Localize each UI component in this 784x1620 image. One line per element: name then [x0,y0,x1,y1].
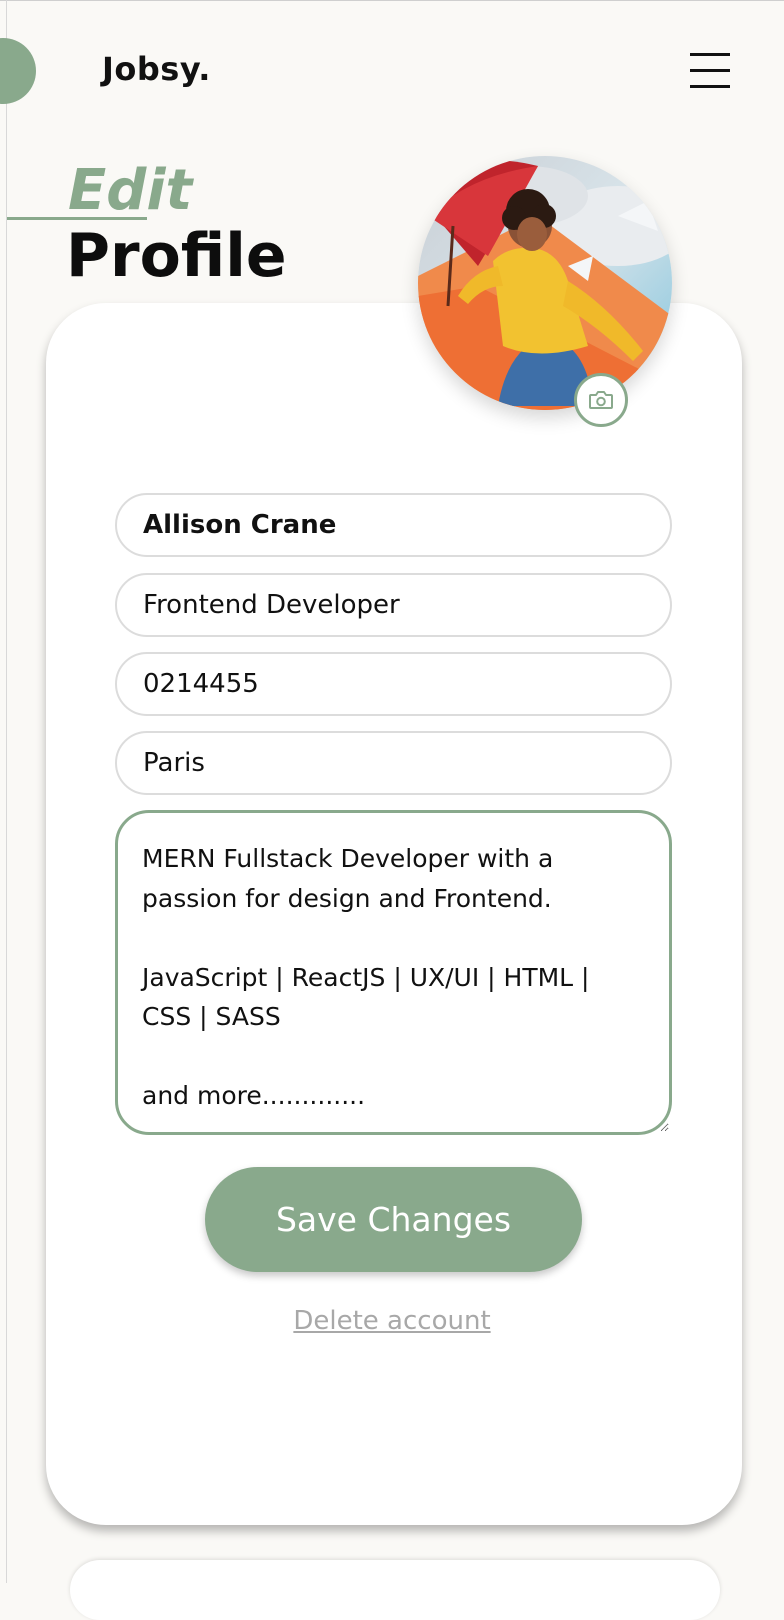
hamburger-menu-icon[interactable] [688,51,732,91]
camera-icon[interactable] [574,373,628,427]
city-field[interactable] [115,731,672,795]
role-field[interactable] [115,573,672,637]
phone-field[interactable] [115,652,672,716]
page-title: Profile [66,221,287,291]
menu-bar [690,69,730,72]
app-logo[interactable]: Jobsy. [102,50,211,88]
profile-photo[interactable] [418,156,672,410]
page-title-accent: Edit [68,158,193,223]
left-border [6,0,7,1583]
bio-textarea[interactable]: MERN Fullstack Developer with a passion … [115,810,672,1135]
name-field[interactable] [115,493,672,557]
camera-glyph [589,391,613,409]
next-card [70,1560,720,1620]
menu-bar [690,53,730,56]
save-changes-button[interactable]: Save Changes [205,1167,582,1272]
decorative-circle [0,38,36,104]
delete-account-link[interactable]: Delete account [0,1306,784,1336]
menu-bar [690,85,730,88]
avatar-illustration [418,156,672,410]
top-border [0,0,784,1]
